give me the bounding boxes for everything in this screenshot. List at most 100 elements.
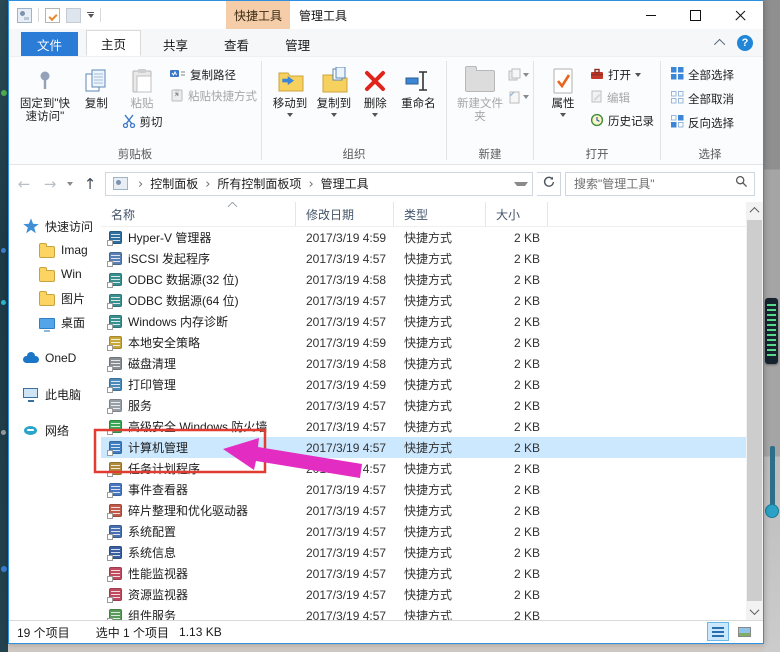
sidebar-item[interactable]: Win — [9, 262, 101, 286]
ribbon-group-select: 全部选择 全部取消 反向选择 选择 — [661, 57, 759, 164]
sidebar-item[interactable]: 此电脑 — [9, 382, 101, 406]
file-date: 2017/3/19 4:59 — [296, 378, 394, 392]
qat-properties-icon[interactable] — [45, 8, 60, 23]
file-name: iSCSI 发起程序 — [128, 250, 210, 267]
select-none-label: 全部取消 — [688, 91, 734, 107]
file-row[interactable]: 计算机管理 2017/3/19 4:57 快捷方式 2 KB — [101, 437, 746, 458]
file-row[interactable]: 任务计划程序 2017/3/19 4:57 快捷方式 2 KB — [101, 458, 746, 479]
sidebar-item[interactable]: 快速访问 — [9, 214, 101, 238]
tab-home[interactable]: 主页 — [86, 30, 141, 56]
scroll-up-icon[interactable] — [746, 202, 763, 219]
delete-button[interactable]: 删除 — [356, 62, 395, 119]
select-none-button[interactable]: 全部取消 — [671, 90, 734, 108]
breadcrumb[interactable]: 控制面板 所有控制面板项 管理工具 — [105, 172, 533, 196]
collapse-ribbon-icon[interactable] — [714, 39, 725, 50]
sidebar-item[interactable]: 图片 — [9, 286, 101, 310]
up-button[interactable]: ↑ — [79, 172, 101, 196]
file-row[interactable]: 事件查看器 2017/3/19 4:57 快捷方式 2 KB — [101, 479, 746, 500]
file-row[interactable]: 系统配置 2017/3/19 4:57 快捷方式 2 KB — [101, 521, 746, 542]
status-bar: 19 个项目 选中 1 个项目 1.13 KB — [9, 620, 763, 643]
file-row[interactable]: 本地安全策略 2017/3/19 4:59 快捷方式 2 KB — [101, 332, 746, 353]
address-dropdown-icon[interactable] — [514, 182, 528, 186]
file-size: 2 KB — [486, 609, 548, 621]
search-icon[interactable] — [735, 175, 748, 193]
file-type: 快捷方式 — [394, 355, 486, 372]
breadcrumb-segment[interactable]: 管理工具 — [301, 175, 368, 193]
file-row[interactable]: 磁盘清理 2017/3/19 4:58 快捷方式 2 KB — [101, 353, 746, 374]
rename-button[interactable]: 重命名 — [395, 62, 442, 113]
invert-selection-button[interactable]: 反向选择 — [671, 114, 734, 132]
column-header-date[interactable]: 修改日期 — [296, 202, 394, 226]
select-all-button[interactable]: 全部选择 — [671, 66, 734, 84]
column-header-type[interactable]: 类型 — [394, 202, 486, 226]
vertical-scrollbar[interactable] — [746, 202, 763, 620]
desktop-wallpaper-keyboard — [765, 298, 778, 364]
tab-manage[interactable]: 管理 — [271, 32, 324, 56]
sidebar-item[interactable]: Imag — [9, 238, 101, 262]
breadcrumb-label[interactable]: 控制面板 — [150, 175, 198, 192]
file-row[interactable]: 组件服务 2017/3/19 4:57 快捷方式 2 KB — [101, 605, 746, 620]
breadcrumb-label[interactable]: 所有控制面板项 — [217, 175, 301, 192]
pin-icon — [32, 64, 58, 98]
refresh-button[interactable] — [537, 172, 561, 196]
file-type: 快捷方式 — [394, 565, 486, 582]
scroll-down-icon[interactable] — [746, 603, 763, 620]
back-button[interactable]: ← — [13, 172, 35, 196]
details-view-button[interactable] — [707, 622, 729, 641]
thumbnail-view-button[interactable] — [733, 622, 755, 641]
tab-share[interactable]: 共享 — [149, 32, 202, 56]
copy-button[interactable]: 复制 — [75, 62, 118, 113]
sidebar-item[interactable]: OneD — [9, 346, 101, 370]
file-row[interactable]: iSCSI 发起程序 2017/3/19 4:57 快捷方式 2 KB — [101, 248, 746, 269]
search-input[interactable] — [572, 176, 735, 192]
history-label: 历史记录 — [608, 113, 654, 129]
file-row[interactable]: Hyper-V 管理器 2017/3/19 4:59 快捷方式 2 KB — [101, 227, 746, 248]
copy-path-button[interactable]: 复制路径 — [170, 66, 257, 84]
file-row[interactable]: 打印管理 2017/3/19 4:59 快捷方式 2 KB — [101, 374, 746, 395]
tab-file[interactable]: 文件 — [21, 32, 78, 56]
contextual-tab-header[interactable]: 快捷工具 — [226, 1, 290, 29]
column-header-name[interactable]: 名称 — [101, 202, 296, 226]
sidebar-item[interactable]: 桌面 — [9, 310, 101, 334]
file-row[interactable]: 系统信息 2017/3/19 4:57 快捷方式 2 KB — [101, 542, 746, 563]
scrollbar-thumb[interactable] — [747, 220, 762, 601]
file-icon — [109, 231, 122, 244]
copy-path-label: 复制路径 — [190, 67, 236, 83]
file-name: 系统配置 — [128, 523, 176, 540]
breadcrumb-segment[interactable]: 控制面板 — [131, 175, 198, 193]
file-row[interactable]: 服务 2017/3/19 4:57 快捷方式 2 KB — [101, 395, 746, 416]
file-row[interactable]: ODBC 数据源(32 位) 2017/3/19 4:58 快捷方式 2 KB — [101, 269, 746, 290]
file-row[interactable]: Windows 内存诊断 2017/3/19 4:57 快捷方式 2 KB — [101, 311, 746, 332]
sidebar-item[interactable]: 网络 — [9, 418, 101, 442]
file-row[interactable]: ODBC 数据源(64 位) 2017/3/19 4:57 快捷方式 2 KB — [101, 290, 746, 311]
sidebar-item-label: Imag — [61, 243, 88, 257]
minimize-button[interactable] — [628, 1, 673, 29]
cut-button[interactable]: 剪切 — [122, 113, 163, 131]
file-type: 快捷方式 — [394, 607, 486, 620]
search-box[interactable] — [565, 172, 755, 196]
select-group-label: 选择 — [661, 146, 759, 162]
qat-customize-icon[interactable] — [87, 12, 94, 18]
open-button[interactable]: 打开 — [590, 66, 654, 84]
close-button[interactable] — [718, 1, 763, 29]
file-row[interactable]: 资源监视器 2017/3/19 4:57 快捷方式 2 KB — [101, 584, 746, 605]
copy-to-button[interactable]: 复制到 — [312, 62, 356, 119]
file-row[interactable]: 高级安全 Windows 防火墙 2017/3/19 4:57 快捷方式 2 K… — [101, 416, 746, 437]
pin-to-quick-access-button[interactable]: 固定到"快速访问" — [15, 62, 75, 126]
recent-locations-icon[interactable] — [67, 182, 73, 186]
file-row[interactable]: 碎片整理和优化驱动器 2017/3/19 4:57 快捷方式 2 KB — [101, 500, 746, 521]
move-to-button[interactable]: 移动到 — [268, 62, 312, 119]
window-icon[interactable] — [17, 8, 32, 23]
properties-button[interactable]: 属性 — [540, 62, 586, 119]
help-icon[interactable]: ? — [737, 35, 753, 51]
breadcrumb-segment[interactable]: 所有控制面板项 — [198, 175, 301, 193]
file-row[interactable]: 性能监视器 2017/3/19 4:57 快捷方式 2 KB — [101, 563, 746, 584]
maximize-button[interactable] — [673, 1, 718, 29]
column-header-size[interactable]: 大小 — [486, 202, 548, 226]
forward-button[interactable]: → — [39, 172, 61, 196]
delete-icon — [362, 64, 388, 98]
history-button[interactable]: 历史记录 — [590, 112, 654, 130]
onedrive-icon — [23, 350, 39, 366]
breadcrumb-label[interactable]: 管理工具 — [321, 175, 369, 192]
tab-view[interactable]: 查看 — [210, 32, 263, 56]
